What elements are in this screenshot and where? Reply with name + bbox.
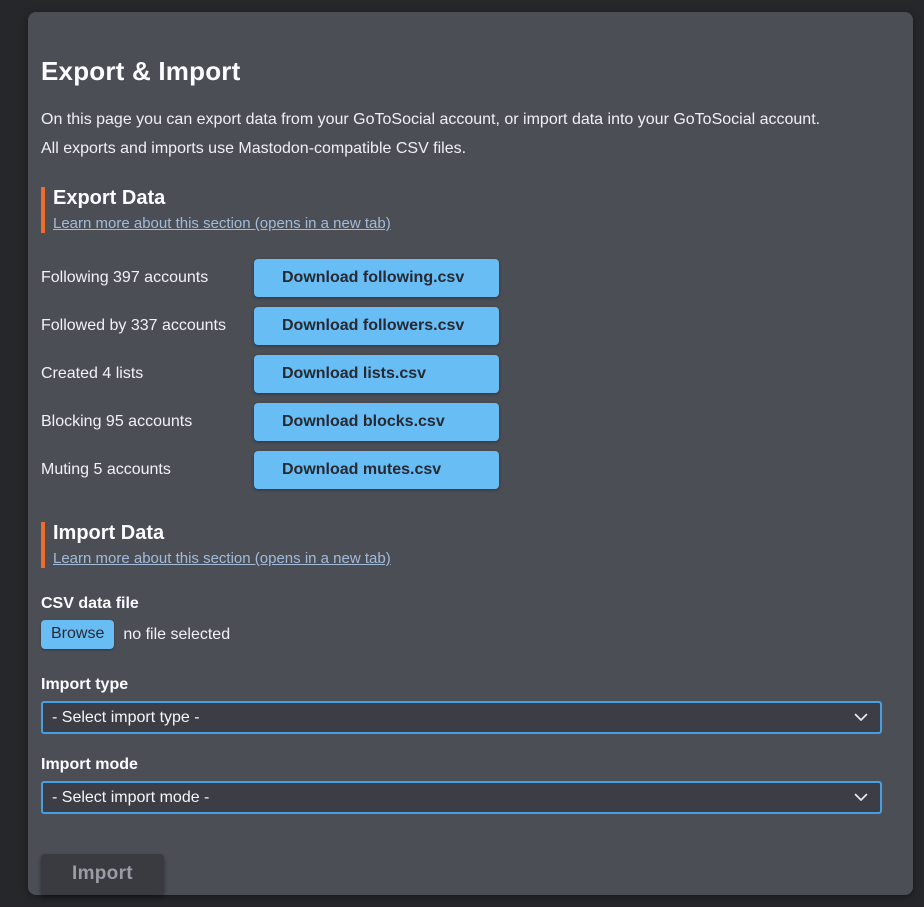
- export-row-label: Following 397 accounts: [41, 269, 254, 287]
- export-rows: Following 397 accounts Download followin…: [41, 259, 881, 489]
- import-type-label: Import type: [41, 676, 881, 694]
- export-row-followers: Followed by 337 accounts Download follow…: [41, 307, 881, 345]
- export-row-label: Blocking 95 accounts: [41, 413, 254, 431]
- download-mutes-button[interactable]: Download mutes.csv: [254, 451, 499, 489]
- import-mode-select[interactable]: - Select import mode -: [41, 781, 882, 814]
- csv-file-field: CSV data file Browse no file selected: [41, 595, 881, 649]
- import-mode-selected-value: - Select import mode -: [52, 789, 209, 807]
- download-blocks-button[interactable]: Download blocks.csv: [254, 403, 499, 441]
- export-import-panel: Export & Import On this page you can exp…: [28, 12, 913, 895]
- import-mode-field: Import mode - Select import mode -: [41, 756, 881, 814]
- file-input-row: Browse no file selected: [41, 620, 881, 649]
- import-data-section-header: Import Data Learn more about this sectio…: [41, 522, 881, 568]
- import-type-field: Import type - Select import type -: [41, 676, 881, 734]
- page-description-line-2: All exports and imports use Mastodon-com…: [41, 134, 881, 163]
- import-data-section: Import Data Learn more about this sectio…: [41, 522, 881, 895]
- export-data-section-header: Export Data Learn more about this sectio…: [41, 187, 881, 233]
- export-data-section: Export Data Learn more about this sectio…: [41, 187, 881, 489]
- csv-file-label: CSV data file: [41, 595, 881, 613]
- export-row-lists: Created 4 lists Download lists.csv: [41, 355, 881, 393]
- file-status-text: no file selected: [123, 626, 230, 644]
- export-row-label: Muting 5 accounts: [41, 461, 254, 479]
- export-row-label: Created 4 lists: [41, 365, 254, 383]
- download-following-button[interactable]: Download following.csv: [254, 259, 499, 297]
- download-lists-button[interactable]: Download lists.csv: [254, 355, 499, 393]
- import-submit-button[interactable]: Import: [41, 854, 164, 895]
- import-mode-label: Import mode: [41, 756, 881, 774]
- import-data-heading: Import Data: [53, 522, 881, 545]
- export-learn-more-link[interactable]: Learn more about this section (opens in …: [53, 215, 391, 232]
- export-row-mutes: Muting 5 accounts Download mutes.csv: [41, 451, 881, 489]
- export-row-following: Following 397 accounts Download followin…: [41, 259, 881, 297]
- export-data-heading: Export Data: [53, 187, 881, 210]
- browse-button[interactable]: Browse: [41, 620, 114, 649]
- page-title: Export & Import: [41, 56, 881, 87]
- export-row-label: Followed by 337 accounts: [41, 317, 254, 335]
- page-description: On this page you can export data from yo…: [41, 105, 881, 163]
- import-type-selected-value: - Select import type -: [52, 709, 200, 727]
- export-row-blocks: Blocking 95 accounts Download blocks.csv: [41, 403, 881, 441]
- chevron-down-icon: [854, 793, 868, 802]
- chevron-down-icon: [854, 713, 868, 722]
- import-learn-more-link[interactable]: Learn more about this section (opens in …: [53, 550, 391, 567]
- page-description-line-1: On this page you can export data from yo…: [41, 105, 881, 134]
- import-type-select[interactable]: - Select import type -: [41, 701, 882, 734]
- download-followers-button[interactable]: Download followers.csv: [254, 307, 499, 345]
